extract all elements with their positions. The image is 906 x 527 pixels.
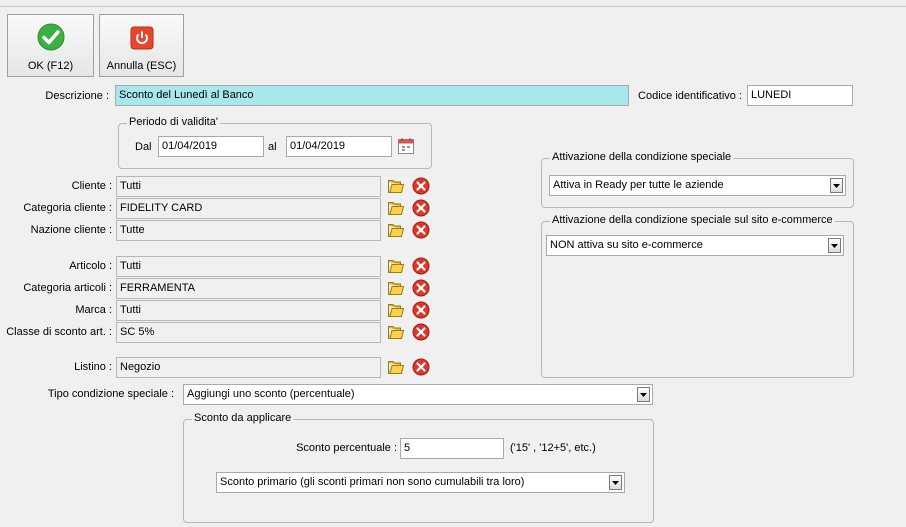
listino-field[interactable]: Negozio [116, 357, 381, 378]
marca-label: Marca : [75, 304, 112, 316]
sconto-title: Sconto da applicare [192, 412, 294, 424]
power-icon [130, 26, 154, 53]
sconto-hint: ('15' , '12+5', etc.) [510, 442, 596, 454]
calendar-icon[interactable] [397, 137, 415, 155]
descrizione-label: Descrizione : [45, 90, 109, 102]
classe-sconto-label: Classe di sconto art. : [6, 326, 112, 338]
ecommerce-select[interactable]: NON attiva su sito e-commerce [546, 235, 844, 256]
codice-label: Codice identificativo : [638, 90, 742, 102]
al-date-input[interactable]: 01/04/2019 [286, 136, 392, 157]
attivazione-select[interactable]: Attiva in Ready per tutte le aziende [549, 175, 846, 196]
tipo-condizione-value: Aggiungi uno sconto (percentuale) [187, 388, 355, 400]
dal-date-input[interactable]: 01/04/2019 [158, 136, 264, 157]
marca-clear-icon[interactable] [412, 301, 430, 319]
classe-sconto-browse-folder-icon[interactable] [387, 323, 405, 341]
listino-label: Listino : [74, 361, 112, 373]
categoria-cliente-clear-icon[interactable] [412, 199, 430, 217]
cliente-browse-folder-icon[interactable] [387, 177, 405, 195]
categoria-articoli-browse-folder-icon[interactable] [387, 279, 405, 297]
chevron-down-icon[interactable] [637, 387, 650, 402]
nazione-cliente-label: Nazione cliente : [30, 224, 112, 236]
cliente-clear-icon[interactable] [412, 177, 430, 195]
listino-clear-icon[interactable] [412, 358, 430, 376]
ecommerce-value: NON attiva su sito e-commerce [550, 239, 703, 251]
sconto-group: Sconto da applicare [183, 412, 654, 523]
window-top-border [0, 0, 906, 7]
chevron-down-icon[interactable] [828, 238, 841, 253]
classe-sconto-field[interactable]: SC 5% [116, 322, 381, 343]
categoria-cliente-field[interactable]: FIDELITY CARD [116, 198, 381, 219]
articolo-clear-icon[interactable] [412, 257, 430, 275]
nazione-cliente-field[interactable]: Tutte [116, 220, 381, 241]
articolo-label: Articolo : [69, 260, 112, 272]
tipo-condizione-label: Tipo condizione speciale : [47, 388, 174, 400]
tipo-condizione-select[interactable]: Aggiungi uno sconto (percentuale) [183, 384, 653, 405]
sconto-primario-select[interactable]: Sconto primario (gli sconti primari non … [216, 472, 625, 493]
cancel-button[interactable]: Annulla (ESC) [99, 14, 184, 77]
marca-field[interactable]: Tutti [116, 300, 381, 321]
dal-label: Dal [135, 141, 152, 153]
ecommerce-title: Attivazione della condizione speciale su… [550, 214, 835, 226]
categoria-articoli-clear-icon[interactable] [412, 279, 430, 297]
categoria-cliente-browse-folder-icon[interactable] [387, 199, 405, 217]
marca-browse-folder-icon[interactable] [387, 301, 405, 319]
cliente-field[interactable]: Tutti [116, 176, 381, 197]
articolo-browse-folder-icon[interactable] [387, 257, 405, 275]
categoria-articoli-label: Categoria articoli : [23, 282, 112, 294]
attivazione-title: Attivazione della condizione speciale [550, 151, 734, 163]
listino-browse-folder-icon[interactable] [387, 358, 405, 376]
chevron-down-icon[interactable] [609, 475, 622, 490]
sconto-primario-value: Sconto primario (gli sconti primari non … [220, 476, 525, 488]
ok-button-label: OK (F12) [27, 60, 74, 72]
ok-button[interactable]: OK (F12) [7, 14, 94, 77]
codice-input[interactable]: LUNEDI [747, 85, 853, 106]
articolo-field[interactable]: Tutti [116, 256, 381, 277]
chevron-down-icon[interactable] [830, 178, 843, 193]
cancel-button-label: Annulla (ESC) [106, 60, 177, 72]
sconto-percentuale-label: Sconto percentuale : [296, 442, 397, 454]
categoria-articoli-field[interactable]: FERRAMENTA [116, 278, 381, 299]
attivazione-value: Attiva in Ready per tutte le aziende [553, 179, 724, 191]
al-label: al [268, 141, 277, 153]
nazione-cliente-clear-icon[interactable] [412, 221, 430, 239]
cliente-label: Cliente : [71, 180, 112, 192]
periodo-title: Periodo di validita' [127, 116, 220, 128]
sconto-percentuale-input[interactable]: 5 [400, 438, 504, 459]
categoria-cliente-label: Categoria cliente : [23, 202, 112, 214]
classe-sconto-clear-icon[interactable] [412, 323, 430, 341]
nazione-cliente-browse-folder-icon[interactable] [387, 221, 405, 239]
descrizione-input[interactable]: Sconto del Lunedì al Banco [115, 85, 629, 106]
check-icon [37, 23, 65, 54]
